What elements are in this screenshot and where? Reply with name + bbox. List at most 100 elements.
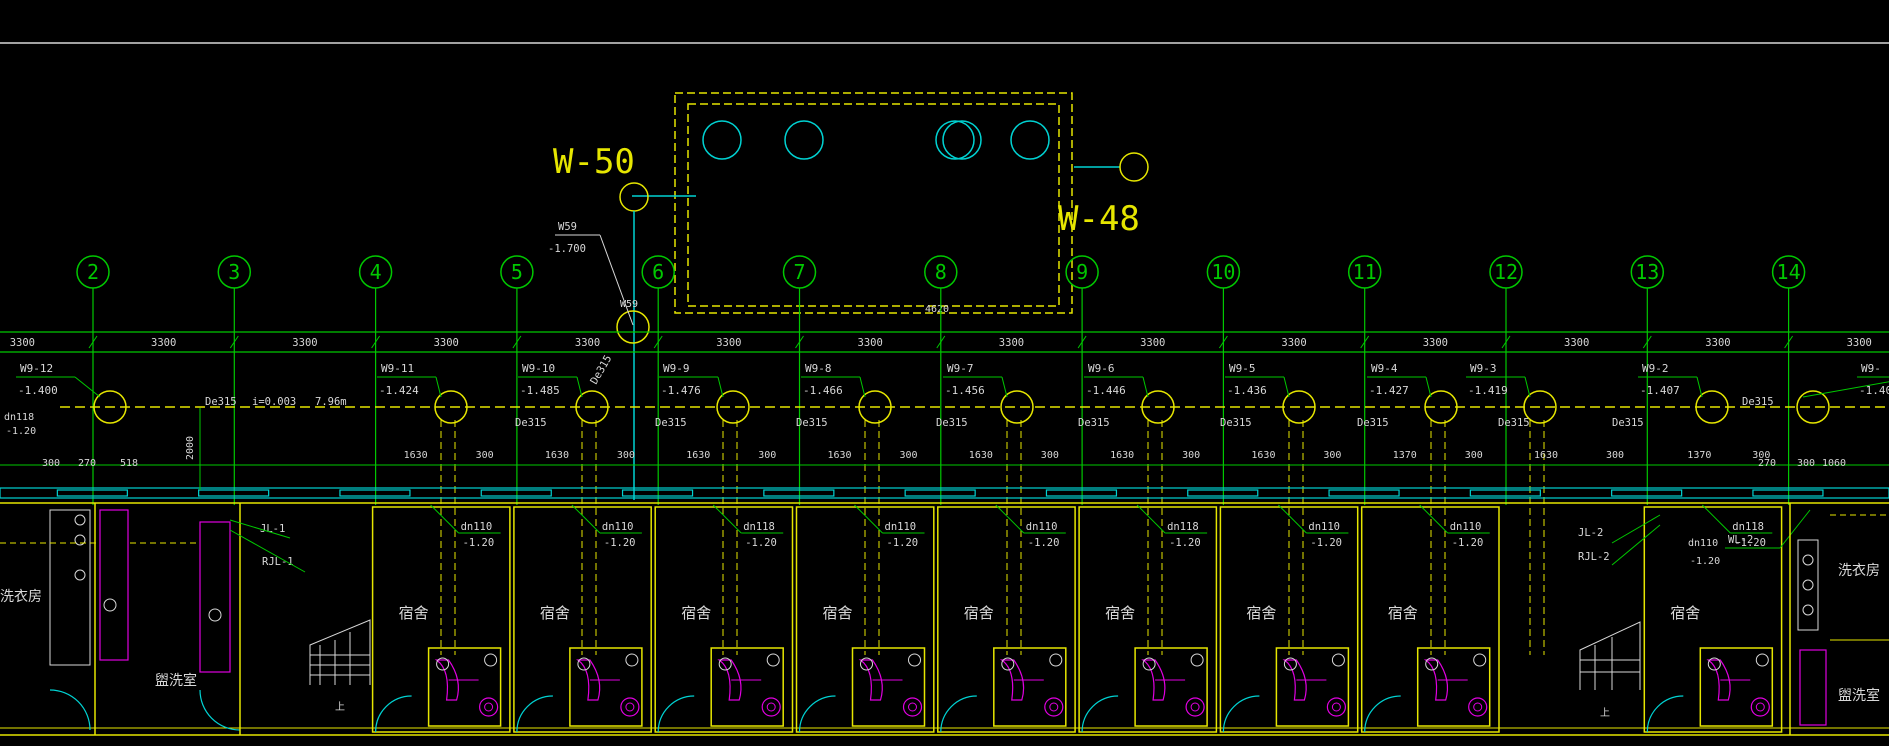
branch-size-label: dn110 (885, 521, 917, 533)
manhole-w48[interactable] (1119, 152, 1149, 182)
label-w59: W59 (558, 221, 577, 233)
stair-up-left: 上 (335, 701, 345, 713)
label-w59-elev: -1.700 (548, 243, 586, 255)
basin-drain-icon (625, 702, 635, 712)
door-swing (657, 695, 695, 733)
stair-right (1579, 621, 1641, 690)
well-elevation: -1.419 (1468, 384, 1508, 397)
branch-leader (854, 504, 883, 534)
dorm-room-label: 宿舍 (823, 604, 853, 622)
wells: W9-12 -1.400 W9-11 -1.424 W9-10 -1.485 W9-9 -1.… (16, 362, 1889, 655)
pipe-slope: i=0.003 (252, 396, 296, 408)
basin-icon (1185, 697, 1205, 717)
cad-drawing-canvas[interactable]: W-50 W-48 W59 -1.700 W59 4620 2 3 4 5 6 7 8 9 10… (0, 0, 1889, 746)
well-name: W9-7 (947, 362, 974, 375)
well-elevation: -1.476 (661, 384, 701, 397)
dimension-text: 3300 (575, 337, 600, 349)
bay-dim-text: 300 (1041, 450, 1059, 461)
basin-drain-icon (908, 702, 917, 712)
grid-axis-label: 13 (1635, 260, 1659, 284)
well-name: W9-11 (381, 362, 414, 375)
branch-leader (1136, 504, 1166, 534)
bay-dim-300-right: 300 (1797, 458, 1815, 469)
bay-dim-text: 1630 (828, 450, 852, 461)
branch-elev-label: -1.20 (1310, 537, 1342, 549)
door-swing (375, 695, 412, 733)
bay-dim-text: 1630 (404, 450, 428, 461)
branch-elev-left: -1.20 (6, 426, 36, 437)
well-name: W9-12 (20, 362, 53, 375)
floor-drain-icon (908, 653, 921, 667)
bay-dim-text: 300 (1465, 450, 1483, 461)
bay-dim-text: 1370 (1393, 450, 1417, 461)
grid-axis-label: 6 (652, 260, 664, 284)
branch-leader (1419, 504, 1449, 534)
well-leader (1696, 376, 1703, 398)
floor-drain-icon (1473, 653, 1487, 667)
riser-rjl2: RJL-2 (1578, 551, 1610, 563)
branch-size-label: dn118 (1167, 521, 1199, 533)
well-elevation: -1.446 (1086, 384, 1126, 397)
well-name: W9- (1861, 362, 1881, 375)
branch-leader (430, 504, 459, 534)
grid-axis-label: 8 (935, 260, 947, 284)
riser-jl2: JL-2 (1578, 527, 1603, 539)
pit-pipe-circles (702, 120, 1050, 160)
bay-dim-text: 300 (617, 450, 635, 461)
well-elevation: -1.485 (520, 384, 560, 397)
well-leader (1524, 376, 1531, 398)
basin-drain-icon (484, 702, 494, 712)
branch-leader (1278, 504, 1307, 534)
dimension-text: 3300 (716, 337, 741, 349)
floor-drain-icon (766, 653, 780, 667)
pipe-size-label: De315 (1078, 417, 1110, 429)
branch-size-label: dn110 (1308, 521, 1340, 533)
bay-dim-text: 300 (1606, 450, 1624, 461)
well-elevation: -1.466 (803, 384, 843, 397)
door-swing (1222, 695, 1260, 733)
bay-dim-270-left: 270 (78, 458, 96, 469)
basin-icon (1468, 697, 1488, 717)
floor-drain-icon (1049, 653, 1063, 667)
basin-icon (1326, 697, 1347, 717)
bay-dim-text: 1630 (1534, 450, 1558, 461)
window (1187, 489, 1259, 497)
basin-drain-icon (1473, 702, 1483, 712)
pipe-size-label: De315 (515, 417, 547, 429)
bay-dim-1060: 1060 (1822, 458, 1846, 469)
branch-size-label: dn110 (1450, 521, 1482, 533)
basin-icon (479, 697, 499, 717)
well-leader (435, 376, 442, 398)
dimension-text: 3300 (1281, 337, 1306, 349)
basin-icon (1044, 697, 1064, 717)
pipe-size-label: De315 (655, 417, 687, 429)
dorm-room-label: 宿舍 (681, 604, 711, 622)
door-swing (1364, 695, 1401, 733)
well-leader (1425, 376, 1432, 398)
pipe-size-label: De315 (1220, 417, 1252, 429)
grid-axis-label: 7 (793, 260, 805, 284)
dimension-text: 3300 (1140, 337, 1165, 349)
dorm-room-label: 宿舍 (540, 604, 570, 622)
well-elevation: -1.407 (1640, 384, 1680, 397)
label-pit-width: 4620 (925, 304, 949, 315)
well-leader (576, 376, 583, 398)
floor-drain-icon (1755, 653, 1769, 667)
dorm-room-label: 宿舍 (964, 604, 994, 622)
grid-axis-label: 11 (1353, 260, 1377, 284)
room-laundry-right: 洗衣房 (1838, 563, 1880, 579)
dimension-text: 3300 (1423, 337, 1448, 349)
bay-dim-300-left: 300 (42, 458, 60, 469)
grid-axis-label: 9 (1076, 260, 1088, 284)
door-swing (798, 695, 836, 733)
dimension-text: 3300 (151, 337, 176, 349)
bay-dim-text: 300 (1182, 450, 1200, 461)
bay-dim-text: 1630 (545, 450, 569, 461)
label-w59-circle: W59 (620, 299, 638, 310)
manhole-w50[interactable] (619, 182, 649, 212)
label-w48: W-48 (1058, 199, 1140, 239)
manhole-w59[interactable] (616, 310, 650, 344)
well-leader (1001, 376, 1008, 398)
bay-dim-text: 1630 (1251, 450, 1275, 461)
branch-elev-label: -1.20 (463, 537, 495, 549)
